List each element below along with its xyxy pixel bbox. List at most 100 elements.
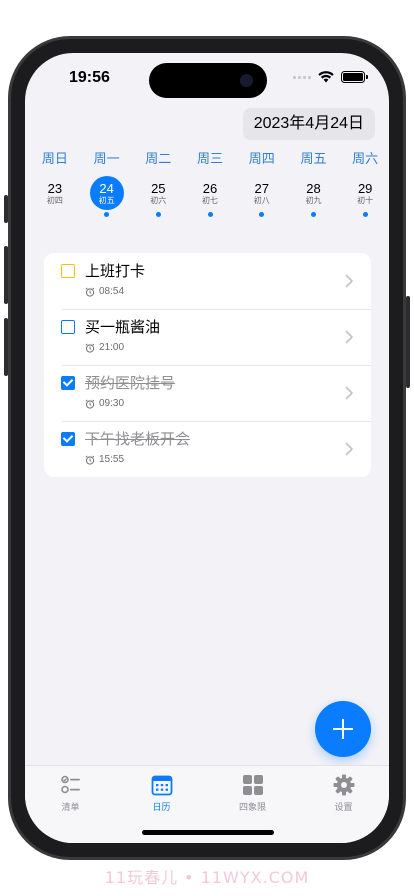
todo-item[interactable]: 下午找老板开会 15:55: [44, 421, 371, 477]
day-column[interactable]: 周六 29 初十: [339, 150, 389, 217]
current-date-button[interactable]: 2023年4月24日: [242, 108, 375, 140]
weekday-label: 周二: [145, 152, 172, 167]
lunar-date: 初六: [150, 195, 167, 205]
todo-title: 下午找老板开会: [85, 430, 191, 448]
day-cell[interactable]: 28 初九: [296, 176, 330, 210]
todo-item[interactable]: 买一瓶酱油 21:00: [44, 309, 371, 365]
watermark: 11玩春儿 • 11WYX.COM: [104, 868, 310, 887]
todo-item[interactable]: 预约医院挂号 09:30: [44, 365, 371, 421]
lunar-date: 初九: [305, 195, 322, 205]
event-dot-empty: [52, 212, 57, 217]
lunar-date: 初四: [46, 195, 63, 205]
todo-list: 上班打卡 08:54 买一瓶酱油 21:00 预约医院挂号 09:30 下午找老板开会 15:…: [44, 253, 371, 477]
lunar-date: 初七: [202, 195, 219, 205]
weekday-label: 周一: [93, 152, 120, 167]
weekday-label: 周五: [300, 152, 327, 167]
app-screen: 19:56 2023年4月24日 周日 23 初四 周一 24 初五 周二 25 初六 周三 26 初…: [25, 53, 389, 843]
event-dot: [259, 212, 265, 217]
todo-title: 预约医院挂号: [85, 374, 176, 392]
tab-list[interactable]: 清单: [25, 766, 116, 843]
alarm-clock-icon: [85, 287, 95, 297]
status-indicators: [293, 71, 368, 83]
lunar-date: 初五: [98, 195, 115, 205]
day-number: 29: [357, 180, 373, 196]
event-dot: [155, 212, 161, 217]
week-strip: 周日 23 初四 周一 24 初五 周二 25 初六 周三 26 初七 周四 27 初八 周五 28 初九 周六 29…: [29, 150, 389, 217]
wifi-icon: [318, 71, 334, 83]
volume-up-button: [4, 246, 8, 304]
day-column[interactable]: 周五 28 初九: [288, 150, 340, 217]
day-number: 25: [151, 180, 166, 196]
chevron-right-icon: [345, 386, 353, 400]
day-column[interactable]: 周四 27 初八: [236, 150, 288, 217]
volume-down-button: [4, 318, 8, 376]
day-cell[interactable]: 23 初四: [38, 176, 72, 210]
todo-title: 买一瓶酱油: [85, 318, 161, 336]
action-button: [4, 195, 8, 223]
chevron-right-icon: [345, 442, 353, 456]
gear-icon: [333, 774, 354, 796]
battery-icon: [341, 71, 368, 83]
list-icon: [60, 775, 80, 794]
day-number: 23: [47, 180, 63, 196]
front-camera: [240, 74, 253, 87]
event-dot: [310, 212, 316, 217]
lunar-date: 初八: [253, 195, 270, 205]
status-time: 19:56: [69, 69, 110, 86]
weekday-label: 周六: [352, 152, 379, 167]
todo-checkbox[interactable]: [61, 320, 75, 334]
alarm-clock-icon: [85, 455, 95, 465]
status-bar: 19:56: [25, 53, 389, 107]
day-cell[interactable]: 26 初七: [193, 176, 227, 210]
grid-icon: [242, 775, 263, 795]
weekday-label: 周四: [248, 152, 275, 167]
day-cell[interactable]: 29 初十: [348, 176, 382, 210]
day-column[interactable]: 周日 23 初四: [29, 150, 81, 217]
event-dot: [104, 212, 110, 217]
power-button: [406, 296, 410, 388]
todo-item[interactable]: 上班打卡 08:54: [44, 253, 371, 309]
calendar-icon: [151, 775, 172, 796]
todo-reminder: 08:54: [85, 286, 124, 297]
weekday-label: 周三: [197, 152, 224, 167]
event-dot: [207, 212, 213, 217]
tab-label: 日历: [152, 803, 171, 813]
todo-time: 15:55: [99, 454, 125, 465]
day-cell[interactable]: 27 初八: [245, 176, 279, 210]
day-number: 26: [202, 180, 218, 196]
tab-settings[interactable]: 设置: [298, 766, 389, 843]
dynamic-island: [149, 63, 267, 98]
tab-label: 清单: [61, 803, 80, 813]
selected-day[interactable]: 24 初五: [89, 176, 124, 210]
todo-checkbox[interactable]: [61, 264, 75, 278]
day-number: 24: [99, 180, 114, 196]
chevron-right-icon: [345, 274, 353, 288]
home-indicator[interactable]: [142, 830, 274, 835]
todo-time: 21:00: [99, 342, 125, 353]
plus-icon: [333, 719, 353, 739]
cellular-signal-icon: [293, 75, 311, 79]
todo-time: 08:54: [99, 286, 125, 297]
lunar-date: 初十: [357, 195, 374, 205]
day-column[interactable]: 周三 26 初七: [184, 150, 236, 217]
add-todo-button[interactable]: [315, 701, 371, 757]
tab-label: 设置: [334, 803, 353, 813]
day-number: 28: [306, 180, 321, 196]
day-number: 27: [254, 180, 269, 196]
day-cell[interactable]: 25 初六: [141, 176, 175, 210]
todo-checkbox[interactable]: [61, 432, 75, 446]
day-column[interactable]: 周二 25 初六: [132, 150, 184, 217]
todo-reminder: 15:55: [85, 454, 124, 465]
day-column[interactable]: 周一 24 初五: [81, 150, 133, 217]
event-dot: [362, 212, 368, 217]
alarm-clock-icon: [85, 399, 95, 409]
todo-reminder: 21:00: [85, 342, 124, 353]
weekday-label: 周日: [41, 152, 68, 167]
alarm-clock-icon: [85, 343, 95, 353]
todo-title: 上班打卡: [85, 262, 146, 280]
todo-checkbox[interactable]: [61, 376, 75, 390]
tab-label: 四象限: [238, 803, 266, 813]
chevron-right-icon: [345, 330, 353, 344]
todo-time: 09:30: [99, 398, 125, 409]
todo-reminder: 09:30: [85, 398, 124, 409]
